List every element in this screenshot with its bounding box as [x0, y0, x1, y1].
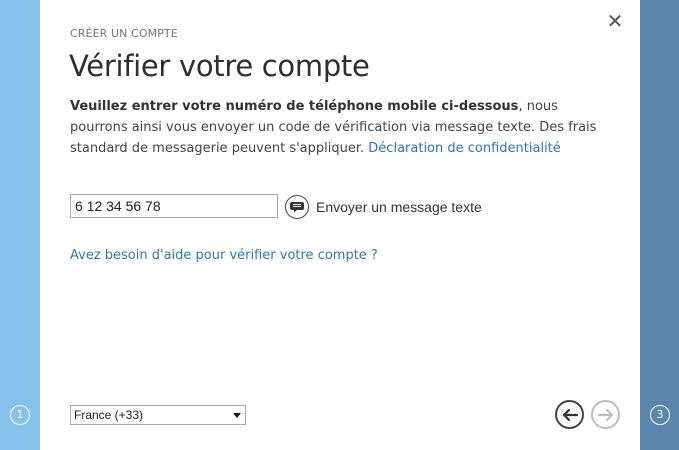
phone-number-input[interactable]: 6 12 34 56 78: [70, 194, 278, 218]
dialog-subheading: CRÉER UN COMPTE: [70, 27, 178, 40]
privacy-statement-link[interactable]: Déclaration de confidentialité: [368, 141, 560, 156]
message-icon[interactable]: [289, 201, 305, 213]
chevron-down-icon[interactable]: [233, 413, 241, 418]
send-text-message-button[interactable]: [285, 195, 309, 219]
right-rail: [640, 0, 679, 450]
country-code-value: France (+33): [74, 408, 144, 422]
page-title: Vérifier votre compte: [69, 49, 370, 83]
step-indicator-previous: 1: [10, 405, 30, 425]
close-button[interactable]: ✕: [604, 10, 626, 32]
description-bold: Veuillez entrer votre numéro de téléphon…: [70, 99, 519, 114]
help-verify-link[interactable]: Avez besoin d'aide pour vérifier votre c…: [70, 248, 378, 263]
step-indicator-next: 3: [650, 405, 670, 425]
arrow-right-icon[interactable]: [597, 408, 615, 422]
send-text-message-label[interactable]: Envoyer un message texte: [316, 199, 482, 215]
left-rail: [0, 0, 40, 450]
description: Veuillez entrer votre numéro de téléphon…: [70, 96, 615, 159]
back-button[interactable]: [555, 400, 584, 429]
close-icon[interactable]: ✕: [607, 9, 624, 33]
country-code-select[interactable]: France (+33): [70, 405, 246, 425]
next-button[interactable]: [591, 400, 620, 429]
arrow-left-icon[interactable]: [561, 408, 579, 422]
